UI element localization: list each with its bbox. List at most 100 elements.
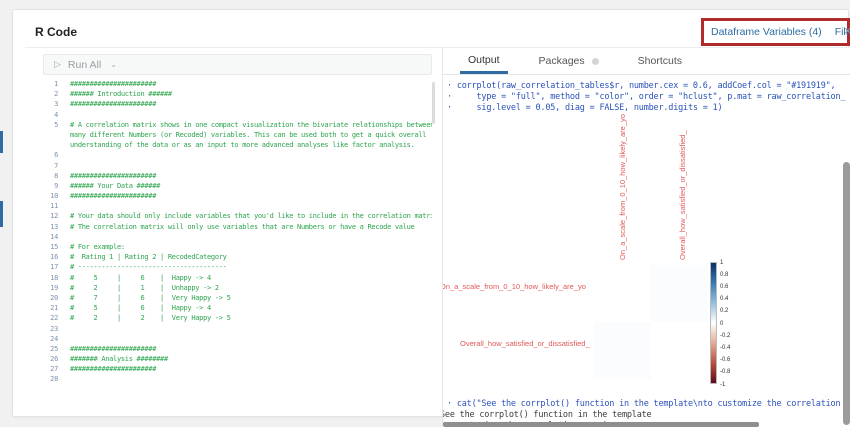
line-number: 3: [43, 99, 58, 109]
code-line: 14: [43, 232, 432, 242]
line-number: 1: [43, 79, 58, 89]
play-icon: ▷: [54, 59, 61, 70]
code-text: # 5 | 6 | Happy -> 4: [70, 273, 432, 283]
code-line: understanding of the data or as an input…: [43, 140, 432, 150]
code-text: # A correlation matrix shows in one comp…: [70, 120, 432, 130]
code-text: [70, 161, 432, 171]
code-text: # --------------------------------------: [70, 262, 432, 272]
colorbar-tick-label: 0.4: [720, 296, 728, 302]
code-line: 24: [43, 334, 432, 344]
colorbar-tick-label: -0.2: [720, 333, 730, 339]
console-line: · cat("See the corrplot() function in th…: [447, 399, 850, 410]
colorbar-tick-label: -0.8: [720, 369, 730, 375]
console-line: · type = "full", method = "color", order…: [447, 92, 845, 103]
code-line: 8######################: [43, 171, 432, 181]
code-line: 25######################: [43, 344, 432, 354]
plot-row-label-1: On_a_scale_from_0_10_how_likely_are_yo: [443, 282, 586, 291]
colorbar-tick-label: -0.6: [720, 357, 730, 363]
corr-cell: [594, 265, 651, 322]
editor-vertical-scrollbar[interactable]: [432, 82, 435, 124]
chevron-down-icon[interactable]: ⌄: [110, 60, 117, 69]
code-line: 6: [43, 150, 432, 160]
editor-toolbar: ▷ Run All ⌄: [43, 54, 432, 75]
code-line: 16 # Rating 1 | Rating 2 | RecodedCategor…: [43, 252, 432, 262]
code-text: ###### Introduction ######: [70, 89, 432, 99]
line-number: 20: [43, 293, 58, 303]
line-number: 14: [43, 232, 58, 242]
code-line: 5 # A correlation matrix shows in one com…: [43, 120, 432, 130]
line-number: 24: [43, 334, 58, 344]
code-text: # Rating 1 | Rating 2 | RecodedCategory: [70, 252, 432, 262]
plot-column-label-2: Overall_how_satisfied_or_dissatisfied_: [678, 130, 687, 260]
line-number: [43, 130, 58, 140]
code-line: 13# The correlation matrix will only use…: [43, 222, 432, 232]
code-text: [70, 201, 432, 211]
code-line: 4: [43, 110, 432, 120]
line-number: 12: [43, 211, 58, 221]
code-editor[interactable]: 1######################2###### Introduct…: [43, 79, 432, 394]
line-number: 9: [43, 181, 58, 191]
line-number: [43, 140, 58, 150]
code-text: # Your data should only include variable…: [70, 211, 432, 221]
code-line: 17 # ------------------------------------…: [43, 262, 432, 272]
line-number: 10: [43, 191, 58, 201]
line-number: 8: [43, 171, 58, 181]
line-number: 17: [43, 262, 58, 272]
code-line: 27 ######################: [43, 364, 432, 374]
annotation-highlight-box: Dataframe Variables (4) Filters ···: [701, 18, 850, 46]
tab-output[interactable]: Output: [460, 48, 508, 74]
code-text: many different Numbers (or Recoded) vari…: [70, 130, 432, 140]
colorbar-tick-label: 0.6: [720, 284, 728, 290]
code-text: # 7 | 6 | Very Happy -> 5: [70, 293, 432, 303]
plot-column-label-1: On_a_scale_from_0_10_how_likely_are_yo: [618, 114, 627, 260]
colorbar-tick-label: 0.8: [720, 272, 728, 278]
code-text: ######################: [70, 191, 432, 201]
code-line: 21# 5 | 6 | Happy -> 4: [43, 303, 432, 313]
code-line: 23: [43, 324, 432, 334]
line-number: 18: [43, 273, 58, 283]
code-text: ######################: [70, 364, 432, 374]
corr-cell: [651, 322, 708, 379]
code-line: 2###### Introduction ######: [43, 89, 432, 99]
output-panel: OutputPackagesShortcuts · corrplot(raw_c…: [442, 48, 850, 427]
code-text: # 2 | 1 | Unhappy -> 2: [70, 283, 432, 293]
code-line: 10 ######################: [43, 191, 432, 201]
tab-shortcuts[interactable]: Shortcuts: [630, 48, 690, 74]
line-number: 15: [43, 242, 58, 252]
code-text: ######################: [70, 79, 432, 89]
code-line: 12 # Your data should only include variab…: [43, 211, 432, 221]
code-line: 7: [43, 161, 432, 171]
line-number: 25: [43, 344, 58, 354]
code-line: 1 ######################: [43, 79, 432, 89]
code-text: [70, 150, 432, 160]
code-line: 20 # 7 | 6 | Very Happy -> 5: [43, 293, 432, 303]
line-number: 27: [43, 364, 58, 374]
code-text: [70, 334, 432, 344]
colorbar-tick-label: 1: [720, 260, 723, 266]
line-number: 16: [43, 252, 58, 262]
line-number: 19: [43, 283, 58, 293]
code-line: 3 ######################: [43, 99, 432, 109]
close-icon[interactable]: ×: [844, 23, 850, 38]
output-tabbar: Output Packages Shortcuts: [443, 48, 850, 75]
code-text: ######################: [70, 99, 432, 109]
tab-packages[interactable]: Packages: [531, 48, 607, 74]
run-all-button[interactable]: Run All: [68, 59, 101, 71]
dataframe-variables-link[interactable]: Dataframe Variables (4): [711, 26, 822, 38]
console-line: See the corrplot() function in the templ…: [443, 410, 651, 421]
line-number: 23: [43, 324, 58, 334]
line-number: 6: [43, 150, 58, 160]
colorbar-tick-label: 0.2: [720, 308, 728, 314]
left-edge-accent-top: [0, 131, 3, 153]
code-line: 11: [43, 201, 432, 211]
colorbar-tick-label: -1: [720, 382, 725, 388]
corr-cell: [651, 265, 708, 322]
line-number: 5: [43, 120, 58, 130]
code-text: # For example:: [70, 242, 432, 252]
code-text: [70, 374, 432, 384]
code-text: # 2 | 2 | Very Happy -> 5: [70, 313, 432, 323]
vertical-scrollbar[interactable]: [843, 162, 850, 425]
line-number: 7: [43, 161, 58, 171]
code-line: 18 # 5 | 6 | Happy -> 4: [43, 273, 432, 283]
code-line: 22# 2 | 2 | Very Happy -> 5: [43, 313, 432, 323]
